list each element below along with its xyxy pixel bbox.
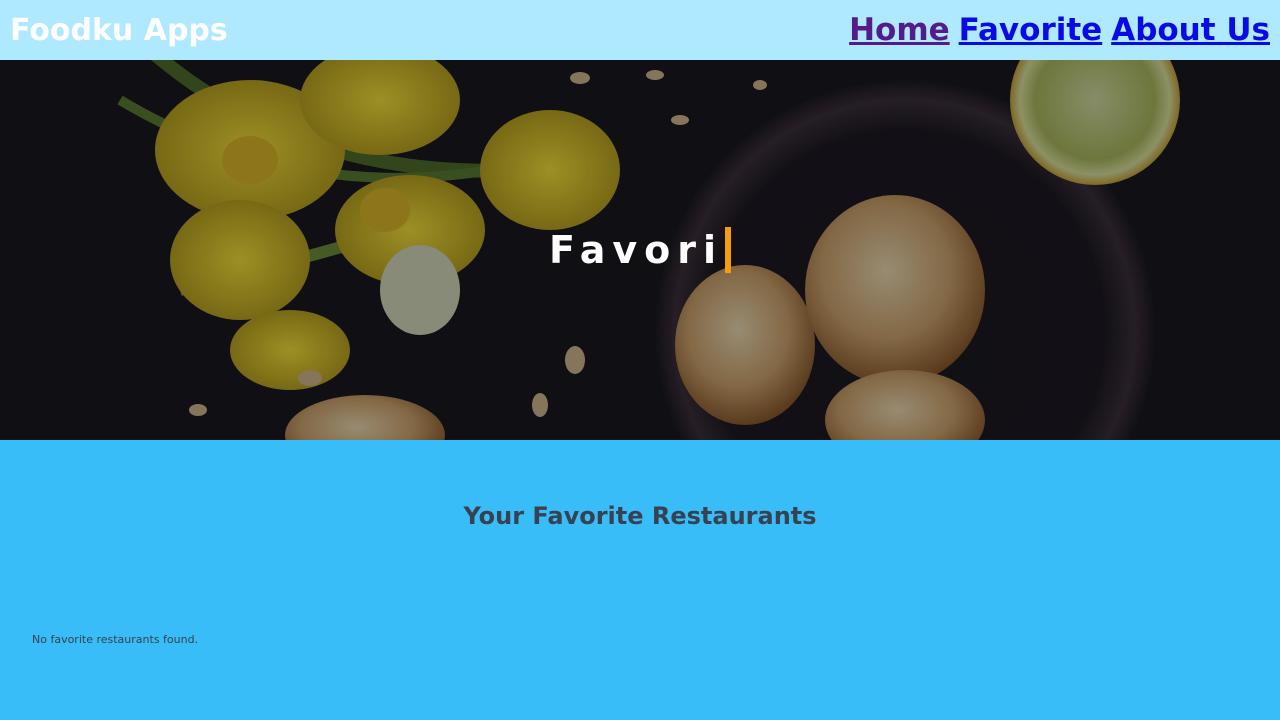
- navbar: Foodku Apps Home Favorite About Us: [0, 0, 1280, 60]
- typing-caret: [725, 227, 732, 273]
- main-content: Your Favorite Restaurants No favorite re…: [0, 440, 1280, 720]
- nav-link-about-us[interactable]: About Us: [1111, 12, 1270, 48]
- nav-link-favorite[interactable]: Favorite: [959, 12, 1103, 48]
- nav-link-home[interactable]: Home: [849, 12, 950, 48]
- hero-banner: Favori: [0, 60, 1280, 440]
- hero-title-text: Favori: [548, 228, 724, 272]
- section-title: Your Favorite Restaurants: [463, 502, 817, 530]
- empty-state-message: No favorite restaurants found.: [32, 633, 199, 646]
- hero-title-wrap: Favori: [0, 60, 1280, 440]
- nav-links: Home Favorite About Us: [849, 12, 1270, 48]
- hero-title: Favori: [548, 227, 732, 273]
- brand-title[interactable]: Foodku Apps: [10, 13, 228, 48]
